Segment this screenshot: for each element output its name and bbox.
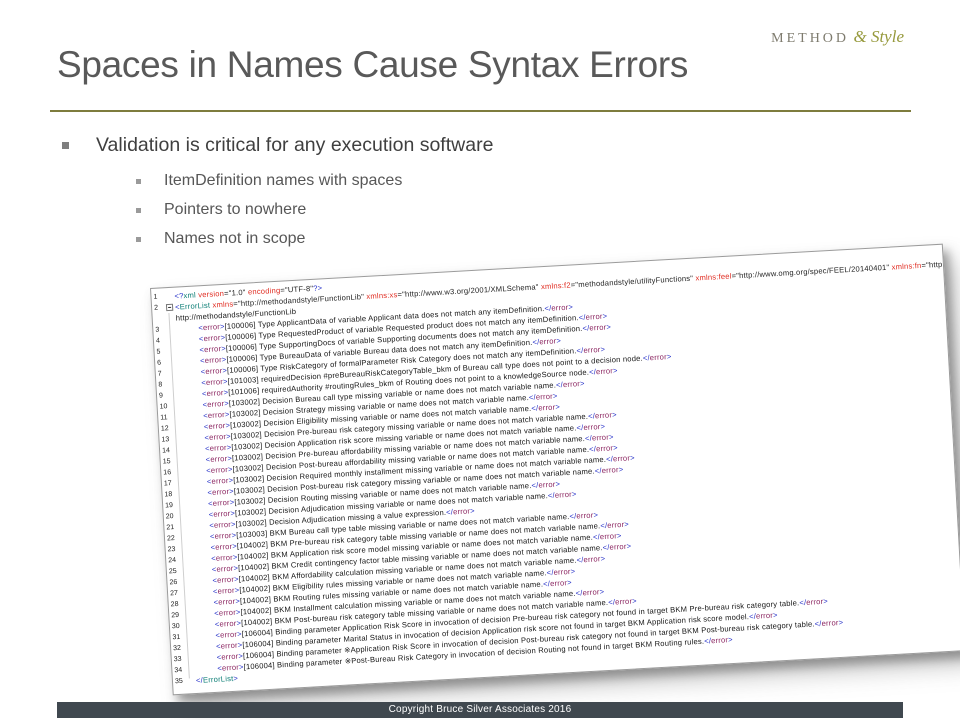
line-number: 20 bbox=[164, 511, 179, 523]
line-number: 22 bbox=[165, 533, 180, 545]
title-divider bbox=[50, 110, 911, 112]
bullet-level2-text: Pointers to nowhere bbox=[164, 201, 306, 219]
line-number: 18 bbox=[162, 489, 177, 501]
collapse-icon bbox=[166, 304, 173, 311]
line-number: 27 bbox=[168, 588, 183, 600]
line-number: 16 bbox=[161, 467, 176, 479]
line-number: 29 bbox=[169, 610, 184, 622]
line-number: 13 bbox=[159, 434, 174, 446]
bullet-square-icon bbox=[136, 179, 141, 184]
line-number: 28 bbox=[168, 599, 183, 611]
line-number: 19 bbox=[163, 500, 178, 512]
logo-method-text: Method bbox=[771, 31, 849, 46]
copyright-bar: Copyright Bruce Silver Associates 2016 bbox=[57, 702, 903, 718]
line-number: 8 bbox=[156, 379, 171, 391]
line-number: 26 bbox=[167, 577, 182, 589]
bullet-level1-text: Validation is critical for any execution… bbox=[96, 134, 493, 157]
line-number: 34 bbox=[172, 665, 187, 677]
bullet-square-icon bbox=[136, 237, 141, 242]
line-number: 2 bbox=[152, 302, 167, 314]
line-number bbox=[152, 313, 167, 325]
bullet-level2-item: Pointers to nowhere bbox=[136, 201, 306, 219]
line-number: 6 bbox=[155, 357, 170, 369]
line-number: 33 bbox=[171, 654, 186, 666]
page-title: Spaces in Names Cause Syntax Errors bbox=[57, 44, 688, 86]
bullet-square-icon bbox=[136, 208, 141, 213]
line-number: 31 bbox=[170, 632, 185, 644]
bullet-level1: Validation is critical for any execution… bbox=[62, 134, 493, 157]
xml-validation-screenshot: 1<?xml version="1.0" encoding="UTF-8"?>2… bbox=[150, 244, 960, 696]
bullet-level2-item: Names not in scope bbox=[136, 230, 305, 248]
line-number: 21 bbox=[164, 522, 179, 534]
line-number: 10 bbox=[157, 401, 172, 413]
bullet-square-icon bbox=[62, 142, 69, 149]
line-number: 25 bbox=[167, 566, 182, 578]
line-number: 9 bbox=[157, 390, 172, 402]
bullet-level2-text: Names not in scope bbox=[164, 230, 305, 248]
line-number: 14 bbox=[160, 445, 175, 457]
line-number: 7 bbox=[156, 368, 171, 380]
line-number: 15 bbox=[160, 456, 175, 468]
method-and-style-logo: Method & Style bbox=[771, 27, 904, 47]
line-number: 35 bbox=[173, 676, 188, 688]
line-number: 32 bbox=[171, 643, 186, 655]
line-number: 1 bbox=[151, 291, 166, 303]
line-number: 24 bbox=[166, 555, 181, 567]
line-number: 4 bbox=[154, 335, 169, 347]
line-number: 30 bbox=[170, 621, 185, 633]
bullet-level2-text: ItemDefinition names with spaces bbox=[164, 172, 402, 190]
line-number: 11 bbox=[158, 412, 173, 424]
bullet-level2-item: ItemDefinition names with spaces bbox=[136, 172, 402, 190]
logo-style-text: & Style bbox=[853, 27, 904, 46]
line-number: 12 bbox=[159, 423, 174, 435]
line-number: 3 bbox=[153, 324, 168, 336]
xml-code: 1<?xml version="1.0" encoding="UTF-8"?>2… bbox=[151, 248, 960, 688]
line-number: 5 bbox=[154, 346, 169, 358]
line-number: 23 bbox=[165, 544, 180, 556]
line-number: 17 bbox=[162, 478, 177, 490]
slide: Method & Style Spaces in Names Cause Syn… bbox=[0, 0, 960, 720]
